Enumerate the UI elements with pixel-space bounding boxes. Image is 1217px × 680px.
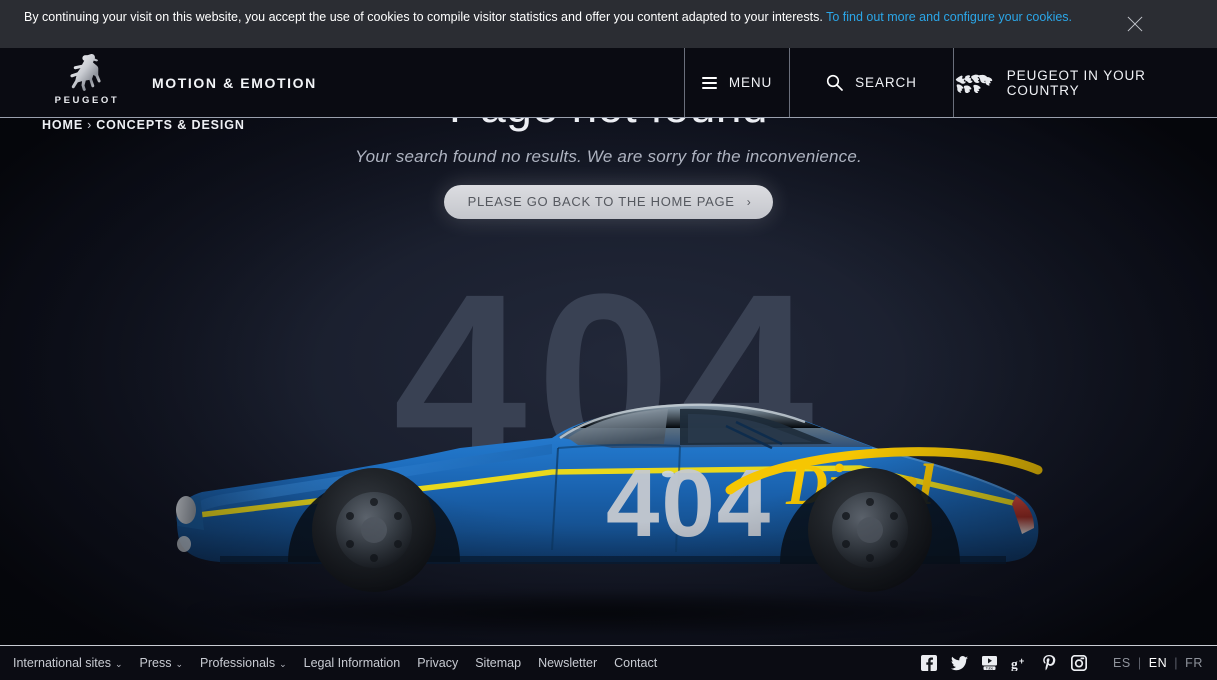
googleplus-icon[interactable]: g + bbox=[1011, 655, 1028, 672]
twitter-icon[interactable] bbox=[950, 655, 968, 672]
car-shadow bbox=[190, 590, 1020, 636]
headlight bbox=[176, 496, 196, 524]
nav-country-button[interactable]: PEUGEOT IN YOUR COUNTRY bbox=[953, 48, 1217, 117]
chevron-down-icon: ⌄ bbox=[114, 659, 123, 669]
hero-car-image: 404 Diesel bbox=[160, 298, 1050, 636]
language-separator: | bbox=[1174, 656, 1179, 670]
language-option-es[interactable]: ES bbox=[1113, 656, 1131, 670]
error-message-block: Page not found Your search found no resu… bbox=[0, 118, 1217, 219]
nav-search-button[interactable]: SEARCH bbox=[789, 48, 953, 117]
world-map-icon bbox=[955, 74, 993, 93]
site-footer: International sites ⌄ Press ⌄ Professional… bbox=[0, 645, 1217, 680]
footer-link-international-sites[interactable]: International sites ⌄ bbox=[13, 656, 123, 670]
cookie-configure-link[interactable]: To find out more and configure your cook… bbox=[826, 10, 1072, 24]
go-home-button-label: PLEASE GO BACK TO THE HOME PAGE bbox=[467, 194, 735, 209]
footer-link-sitemap[interactable]: Sitemap bbox=[475, 656, 521, 670]
close-icon[interactable] bbox=[1100, 0, 1170, 48]
rear-wheel bbox=[808, 468, 932, 592]
instagram-icon[interactable] bbox=[1071, 655, 1088, 672]
hamburger-icon bbox=[701, 76, 717, 89]
nav-menu-button[interactable]: MENU bbox=[684, 48, 789, 117]
nav-country-label: PEUGEOT IN YOUR COUNTRY bbox=[1006, 67, 1146, 98]
brand-tagline: MOTION & EMOTION bbox=[152, 75, 317, 91]
breadcrumb-item-concepts-design[interactable]: CONCEPTS & DESIGN bbox=[96, 118, 245, 132]
youtube-icon[interactable]: Tube bbox=[981, 655, 998, 672]
svg-text:Tube: Tube bbox=[986, 666, 994, 670]
cookie-consent-message: By continuing your visit on this website… bbox=[24, 10, 827, 24]
footer-link-newsletter[interactable]: Newsletter bbox=[538, 656, 597, 670]
page-subtitle: Your search found no results. We are sor… bbox=[355, 147, 862, 166]
search-icon bbox=[827, 74, 844, 91]
peugeot-404-diesel-car-svg: 404 Diesel bbox=[176, 403, 1043, 592]
facebook-icon[interactable] bbox=[921, 655, 938, 672]
go-home-button[interactable]: PLEASE GO BACK TO THE HOME PAGE › bbox=[443, 185, 774, 219]
brand-home-link[interactable]: PEUGEOT MOTION & EMOTION bbox=[0, 48, 684, 117]
peugeot-logo[interactable]: PEUGEOT bbox=[52, 52, 122, 106]
chevron-down-icon: ⌄ bbox=[175, 659, 184, 669]
brand-wordmark: PEUGEOT bbox=[54, 95, 120, 106]
breadcrumb-separator: › bbox=[87, 118, 93, 132]
breadcrumb-item-home[interactable]: HOME bbox=[42, 118, 83, 132]
peugeot-lion-icon bbox=[70, 53, 101, 91]
site-header: PEUGEOT MOTION & EMOTION MENU SEARCH PEU… bbox=[0, 48, 1217, 118]
footer-links: International sites ⌄ Press ⌄ Professional… bbox=[0, 656, 657, 670]
cookie-consent-text: By continuing your visit on this website… bbox=[0, 0, 1100, 26]
footer-link-contact[interactable]: Contact bbox=[614, 656, 657, 670]
car-number-404: 404 bbox=[606, 450, 772, 557]
footer-social-and-language: Tube g + ES | EN | FR bbox=[921, 655, 1217, 672]
nav-search-label: SEARCH bbox=[855, 75, 917, 90]
language-option-en[interactable]: EN bbox=[1149, 656, 1168, 670]
language-separator: | bbox=[1137, 656, 1142, 670]
pinterest-icon[interactable] bbox=[1041, 655, 1058, 672]
front-wheel bbox=[312, 468, 436, 592]
footer-link-professionals[interactable]: Professionals ⌄ bbox=[200, 656, 287, 670]
language-switcher: ES | EN | FR bbox=[1113, 656, 1203, 670]
footer-link-privacy[interactable]: Privacy bbox=[417, 656, 458, 670]
svg-text:g: g bbox=[1011, 656, 1018, 671]
main-stage: 404 404 Your search found no results. We… bbox=[0, 118, 1217, 645]
cookie-consent-banner: By continuing your visit on this website… bbox=[0, 0, 1217, 48]
breadcrumb: HOME › CONCEPTS & DESIGN bbox=[42, 118, 245, 132]
footer-link-legal-information[interactable]: Legal Information bbox=[304, 656, 401, 670]
chevron-right-icon: › bbox=[746, 195, 752, 209]
chevron-down-icon: ⌄ bbox=[279, 659, 287, 669]
footer-link-press[interactable]: Press ⌄ bbox=[140, 656, 184, 670]
language-option-fr[interactable]: FR bbox=[1185, 656, 1203, 670]
nav-menu-label: MENU bbox=[728, 75, 773, 90]
svg-text:+: + bbox=[1019, 656, 1024, 666]
